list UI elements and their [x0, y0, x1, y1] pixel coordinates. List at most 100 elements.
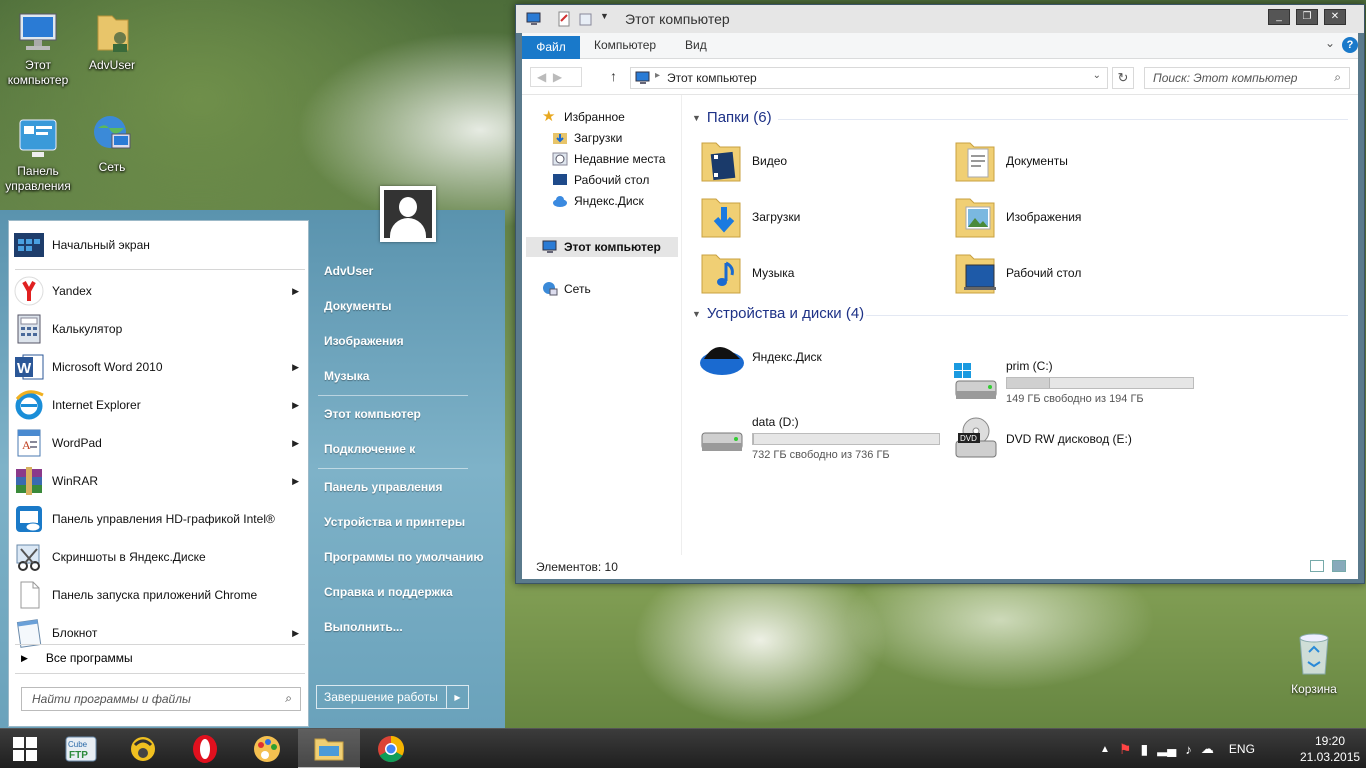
details-view-icon[interactable]	[1310, 560, 1324, 572]
divider	[318, 395, 468, 396]
folder-desktop[interactable]: Рабочий стол	[952, 247, 1192, 299]
start-search-placeholder: Найти программы и файлы	[32, 692, 191, 706]
start-button[interactable]	[0, 729, 50, 768]
drive-free-space: 732 ГБ свободно из 736 ГБ	[752, 449, 890, 461]
refresh-button[interactable]: ↻	[1112, 67, 1134, 89]
tab-view[interactable]: Вид	[685, 38, 707, 52]
taskbar-cubeftp[interactable]: Cube FTP	[50, 729, 112, 768]
pictures-folder-icon	[952, 193, 1000, 241]
folders-group-header[interactable]: ▼ Папки (6)	[692, 109, 772, 126]
shutdown-button[interactable]: Завершение работы ▶	[316, 685, 469, 709]
start-right-connect-to[interactable]: Подключение к	[324, 442, 415, 456]
search-icon: ⌕	[285, 691, 292, 705]
start-item-word[interactable]: W Microsoft Word 2010 ▶	[13, 349, 305, 385]
minimize-button[interactable]: _	[1268, 9, 1290, 25]
tab-file[interactable]: Файл	[522, 36, 580, 59]
network-signal-icon[interactable]: ▂▄	[1157, 741, 1176, 757]
show-hidden-icons-chevron-icon[interactable]: ▲	[1100, 744, 1110, 755]
start-right-documents[interactable]: Документы	[324, 299, 391, 313]
taskbar-opera[interactable]	[174, 729, 236, 768]
all-programs-button[interactable]: ▶ Все программы	[21, 651, 133, 665]
taskbar-chrome[interactable]	[360, 729, 422, 768]
device-drive-d[interactable]: data (D:) 732 ГБ свободно из 736 ГБ	[698, 413, 948, 465]
start-item-start-screen[interactable]: Начальный экран	[13, 227, 305, 263]
breadcrumb-separator-icon[interactable]: ▸	[655, 70, 660, 81]
taskbar-explorer[interactable]	[298, 729, 360, 768]
cloud-sync-icon[interactable]: ☁	[1201, 741, 1214, 757]
start-right-pictures[interactable]: Изображения	[324, 334, 404, 348]
nav-desktop[interactable]: Рабочий стол	[552, 172, 649, 188]
start-right-music[interactable]: Музыка	[324, 369, 369, 383]
folder-documents[interactable]: Документы	[952, 135, 1192, 187]
start-right-this-pc[interactable]: Этот компьютер	[324, 407, 421, 421]
start-item-notepad[interactable]: Блокнот ▶	[13, 615, 305, 651]
desktop-icon-control-panel[interactable]: Панель управления	[0, 114, 76, 194]
devices-group-header[interactable]: ▼ Устройства и диски (4)	[692, 305, 864, 322]
submenu-arrow-icon: ▶	[292, 475, 299, 486]
large-icons-view-icon[interactable]	[1332, 560, 1346, 572]
start-right-help[interactable]: Справка и поддержка	[324, 585, 453, 599]
desktop-icon-label: Панель	[17, 164, 59, 178]
desktop-icon-this-pc[interactable]: Этот компьютер	[0, 8, 76, 88]
desktop-icon-recycle-bin[interactable]: Корзина	[1276, 630, 1352, 696]
nav-this-pc[interactable]: Этот компьютер	[542, 239, 661, 255]
language-indicator[interactable]: ENG	[1229, 742, 1255, 756]
explorer-search-input[interactable]: Поиск: Этот компьютер ⌕	[1144, 67, 1350, 89]
word-icon: W	[13, 351, 45, 383]
start-right-control-panel[interactable]: Панель управления	[324, 480, 442, 494]
chevron-down-icon[interactable]: ▼	[600, 11, 616, 27]
ribbon-expand-chevron-icon[interactable]: ⌄	[1325, 36, 1335, 50]
start-right-devices-printers[interactable]: Устройства и принтеры	[324, 515, 465, 529]
start-item-yadisk-screenshots[interactable]: Скриншоты в Яндекс.Диске	[13, 539, 305, 575]
desktop-icon-label: Корзина	[1291, 682, 1337, 696]
device-yandex-disk[interactable]: Яндекс.Диск	[698, 331, 938, 383]
nav-favorites[interactable]: ★ Избранное	[542, 109, 625, 125]
action-center-flag-icon[interactable]: ⚑	[1119, 741, 1132, 758]
start-item-ie[interactable]: Internet Explorer ▶	[13, 387, 305, 423]
taskbar-paint[interactable]	[236, 729, 298, 768]
nav-label: Яндекс.Диск	[574, 194, 644, 208]
start-right-user[interactable]: AdvUser	[324, 264, 373, 278]
nav-downloads[interactable]: Загрузки	[552, 130, 622, 146]
folder-pictures[interactable]: Изображения	[952, 191, 1192, 243]
folder-music[interactable]: Музыка	[698, 247, 938, 299]
clock[interactable]: 19:20 21.03.2015	[1300, 733, 1360, 765]
chevron-down-icon[interactable]: ⌄	[1093, 70, 1101, 81]
start-item-calculator[interactable]: Калькулятор	[13, 311, 305, 347]
start-right-default-programs[interactable]: Программы по умолчанию	[324, 550, 484, 564]
drive-usage-bar	[1006, 377, 1194, 389]
start-right-run[interactable]: Выполнить...	[324, 620, 403, 634]
close-button[interactable]: ✕	[1324, 9, 1346, 25]
computer-icon	[526, 11, 542, 27]
nav-yadisk[interactable]: Яндекс.Диск	[552, 193, 644, 209]
maximize-button[interactable]: ❐	[1296, 9, 1318, 25]
title-bar[interactable]: ▼ Этот компьютер _ ❐ ✕	[516, 5, 1364, 33]
start-item-yandex[interactable]: Yandex ▶	[13, 273, 305, 309]
battery-icon[interactable]: ▮	[1140, 741, 1148, 758]
nav-network[interactable]: Сеть	[542, 281, 591, 297]
start-search-input[interactable]: Найти программы и файлы ⌕	[21, 687, 301, 711]
shutdown-options-arrow-icon[interactable]: ▶	[446, 686, 468, 708]
tab-computer[interactable]: Компьютер	[594, 38, 656, 52]
start-item-wordpad[interactable]: A WordPad ▶	[13, 425, 305, 461]
folder-videos[interactable]: Видео	[698, 135, 938, 187]
start-item-winrar[interactable]: WinRAR ▶	[13, 463, 305, 499]
start-item-intel-graphics[interactable]: Панель управления HD-графикой Intel®	[13, 501, 305, 537]
folder-downloads[interactable]: Загрузки	[698, 191, 938, 243]
desktop-icon-user[interactable]: AdvUser	[74, 8, 150, 73]
desktop-icon-network[interactable]: Сеть	[74, 110, 150, 175]
new-folder-icon[interactable]	[578, 11, 594, 27]
back-forward-buttons[interactable]: ◀ ▶	[530, 67, 582, 87]
device-drive-c[interactable]: prim (C:) 149 ГБ свободно из 194 ГБ	[952, 357, 1202, 409]
up-arrow-icon[interactable]: ↑	[610, 68, 617, 84]
help-icon[interactable]: ?	[1342, 37, 1358, 53]
volume-icon[interactable]: ♪	[1185, 742, 1192, 757]
taskbar-messenger[interactable]	[112, 729, 174, 768]
device-dvd-drive[interactable]: DVD DVD RW дисковод (E:)	[952, 413, 1192, 465]
address-bar[interactable]: ▸ Этот компьютер ⌄	[630, 67, 1108, 89]
start-item-chrome-launcher[interactable]: Панель запуска приложений Chrome	[13, 577, 305, 613]
nav-recent[interactable]: Недавние места	[552, 151, 665, 167]
user-avatar[interactable]	[380, 186, 436, 242]
submenu-arrow-icon: ▶	[292, 399, 299, 410]
properties-icon[interactable]	[556, 11, 572, 27]
